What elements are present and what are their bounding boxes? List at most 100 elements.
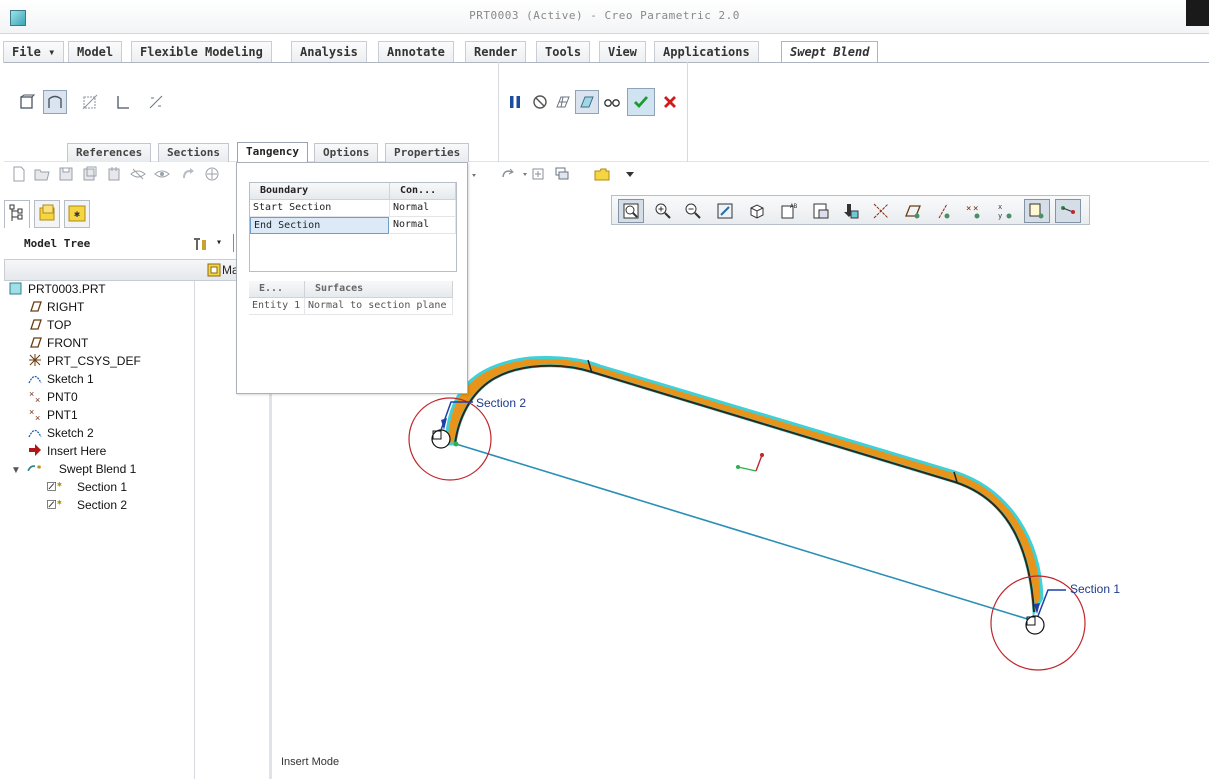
status-text: Insert Mode: [281, 756, 340, 768]
svg-text:×: ×: [29, 407, 34, 417]
section-2-circle[interactable]: [408, 397, 492, 481]
annotation-display-icon[interactable]: [1024, 199, 1050, 223]
favorites-tab-icon[interactable]: ✱: [64, 200, 90, 228]
plane-display-icon[interactable]: [900, 199, 926, 223]
spin-center-display-icon[interactable]: [1055, 199, 1081, 223]
solid-icon[interactable]: [15, 90, 39, 114]
open-folder-icon[interactable]: [34, 166, 50, 182]
tab-tangency[interactable]: Tangency: [237, 142, 308, 163]
tree-node-right[interactable]: RIGHT: [27, 298, 84, 316]
undo-dropdown-icon[interactable]: [466, 166, 482, 182]
saved-orientations-icon[interactable]: AB: [776, 199, 802, 223]
surface-icon[interactable]: [43, 90, 67, 114]
swept-blend-surface[interactable]: [444, 356, 1044, 618]
save-copy-icon[interactable]: [82, 166, 98, 182]
svg-text:✱: ✱: [57, 500, 62, 507]
tab-analysis[interactable]: Analysis: [291, 41, 367, 63]
condition-end-section[interactable]: Normal: [390, 217, 456, 234]
tab-tools[interactable]: Tools: [536, 41, 591, 63]
tree-node-section-1[interactable]: ✱ Section 1: [47, 478, 127, 496]
no-preview-icon[interactable]: [528, 90, 552, 114]
tree-node-part[interactable]: PRT0003.PRT: [8, 280, 106, 298]
segment-tick: [587, 359, 593, 374]
tab-view[interactable]: View: [599, 41, 646, 63]
tree-settings-icon[interactable]: [190, 234, 210, 257]
tree-node-swept-blend-1[interactable]: ▼ ✱ Swept Blend 1: [11, 460, 136, 478]
trajectory-edge: [454, 364, 1035, 613]
tab-render[interactable]: Render: [465, 41, 527, 63]
point-display-icon[interactable]: × ×: [960, 199, 986, 223]
datum-axis-display-icon[interactable]: [868, 199, 894, 223]
folder-browser-tab-icon[interactable]: [34, 200, 60, 228]
zoom-out-icon[interactable]: [680, 199, 706, 223]
model-tree-header: Model Tree ▾: [4, 232, 268, 256]
tab-flexible-modeling[interactable]: Flexible Modeling: [131, 41, 272, 63]
boundary-end-section[interactable]: End Section: [250, 217, 389, 234]
csys-x-end: [736, 465, 740, 469]
regenerate-icon[interactable]: [180, 166, 196, 182]
window-switch-icon[interactable]: [554, 166, 570, 182]
condition-column-header[interactable]: Con...: [390, 183, 456, 200]
windows-icon[interactable]: [204, 166, 220, 182]
tree-node-section-2[interactable]: ✱ Section 2: [47, 496, 127, 514]
redo-icon[interactable]: [500, 166, 516, 182]
display-style-icon[interactable]: [744, 199, 770, 223]
refit-icon[interactable]: [618, 199, 644, 223]
zoom-in-icon[interactable]: [650, 199, 676, 223]
tab-file[interactable]: File ▾: [3, 41, 65, 63]
tree-node-pnt1[interactable]: × × PNT1: [27, 406, 78, 424]
spin-center-icon[interactable]: [838, 199, 864, 223]
save-icon[interactable]: [58, 166, 74, 182]
view-manager-icon[interactable]: [808, 199, 834, 223]
csys-display-icon[interactable]: xy: [992, 199, 1018, 223]
remove-material-icon[interactable]: [78, 90, 102, 114]
tab-sections[interactable]: Sections: [158, 143, 229, 162]
expand-arrow-icon[interactable]: ▼: [11, 465, 21, 476]
tree-node-front[interactable]: FRONT: [27, 334, 88, 352]
tree-node-sketch-1[interactable]: Sketch 1: [27, 370, 94, 388]
sketch-icon: [27, 424, 43, 440]
tab-annotate[interactable]: Annotate: [378, 41, 454, 63]
ok-checkmark-icon[interactable]: [627, 88, 655, 116]
window-controls[interactable]: [1186, 0, 1209, 26]
customize-dropdown-icon[interactable]: [622, 166, 638, 182]
new-file-icon[interactable]: [11, 166, 27, 182]
csys-x-axis: [737, 466, 757, 472]
folder-icon[interactable]: [594, 166, 610, 182]
model-tree-tab-icon[interactable]: [4, 200, 30, 228]
regenerate-model-icon[interactable]: [530, 166, 546, 182]
condition-start-section[interactable]: Normal: [390, 200, 456, 217]
tree-node-top[interactable]: TOP: [27, 316, 71, 334]
thicken-icon[interactable]: [111, 90, 135, 114]
tab-swept-blend[interactable]: Swept Blend: [781, 41, 879, 64]
hide-icon[interactable]: [130, 166, 146, 182]
tab-references[interactable]: References: [67, 143, 152, 162]
repaint-icon[interactable]: [712, 199, 738, 223]
dashboard-separator: [687, 62, 688, 162]
axis-display-icon[interactable]: [930, 199, 956, 223]
mesh-preview-icon[interactable]: [551, 90, 575, 114]
tab-options[interactable]: Options: [314, 143, 379, 162]
tree-node-sketch-2[interactable]: Sketch 2: [27, 424, 94, 442]
tree-node-csys[interactable]: PRT_CSYS_DEF: [27, 352, 141, 370]
flip-direction-icon[interactable]: [144, 90, 168, 114]
tree-settings-dropdown-icon[interactable]: ▾: [216, 237, 222, 248]
tab-properties[interactable]: Properties: [385, 143, 470, 162]
pause-icon[interactable]: [503, 90, 527, 114]
glasses-icon[interactable]: [600, 90, 624, 114]
show-icon[interactable]: [154, 166, 170, 182]
boundary-column-header[interactable]: Boundary: [250, 183, 390, 200]
model-tree-title: Model Tree: [24, 237, 91, 250]
backup-icon[interactable]: [106, 166, 122, 182]
cancel-x-icon[interactable]: [658, 90, 682, 114]
svg-text:×: ×: [29, 389, 34, 399]
swept-blend-icon: ✱: [27, 460, 55, 476]
tree-node-insert-here[interactable]: Insert Here: [27, 442, 106, 460]
tree-node-pnt0[interactable]: × × PNT0: [27, 388, 78, 406]
tab-applications[interactable]: Applications: [654, 41, 759, 63]
boundary-start-section[interactable]: Start Section: [250, 200, 390, 217]
tab-model[interactable]: Model: [68, 41, 123, 63]
verify-preview-icon[interactable]: [575, 90, 599, 114]
csys-y-axis: [755, 454, 763, 472]
svg-text:AB: AB: [790, 203, 798, 210]
